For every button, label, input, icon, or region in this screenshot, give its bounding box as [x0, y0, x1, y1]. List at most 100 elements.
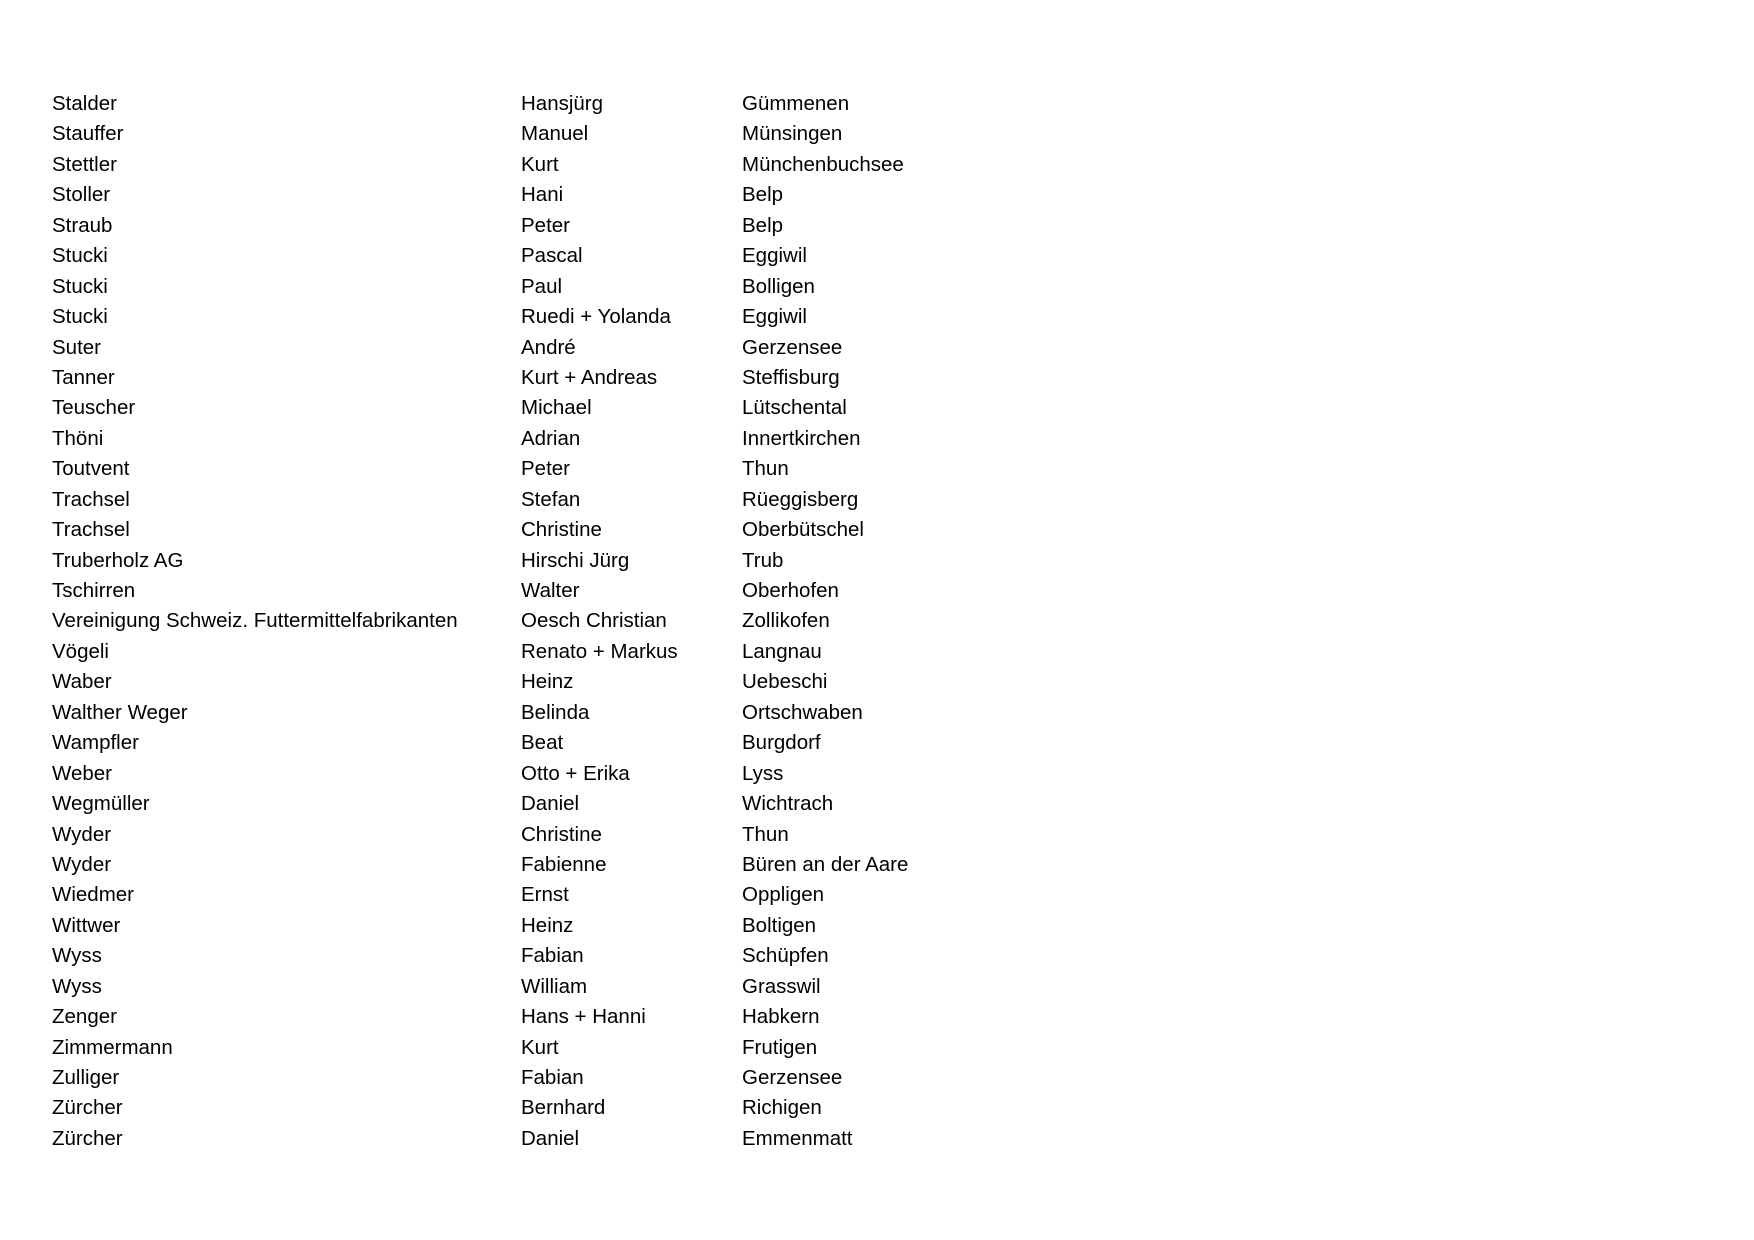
list-row: Trachsel Christine Oberbütschel: [0, 515, 1754, 545]
first-name: Hirschi Jürg: [521, 548, 630, 572]
list-row: Tschirren Walter Oberhofen: [0, 576, 1754, 606]
town: Grasswil: [742, 974, 821, 998]
town: Ortschwaben: [742, 700, 863, 724]
first-name: Renato + Markus: [521, 639, 678, 663]
list-row: Stucki Ruedi + Yolanda Eggiwil: [0, 302, 1754, 332]
town: Eggiwil: [742, 244, 807, 268]
town: Thun: [742, 457, 789, 481]
town: Richigen: [742, 1096, 822, 1120]
town: Oberhofen: [742, 579, 839, 602]
last-name: Toutvent: [52, 457, 130, 481]
first-name: Pascal: [521, 244, 583, 268]
name-list: Stalder Hansjürg Gümmenen Stauffer Manuel Mün…: [0, 89, 1754, 1154]
list-row: Wampfler Beat Burgdorf: [0, 728, 1754, 758]
last-name: Zimmermann: [52, 1035, 173, 1059]
last-name: Tanner: [52, 365, 115, 389]
last-name: Waber: [52, 670, 112, 694]
list-row: Stalder Hansjürg Gümmenen: [0, 89, 1754, 119]
last-name: Wyss: [52, 944, 102, 968]
first-name: Daniel: [521, 1126, 580, 1150]
town: Habkern: [742, 1005, 820, 1029]
last-name: Trachsel: [52, 518, 130, 542]
list-row: Stoller Hani Belp: [0, 180, 1754, 210]
first-name: Heinz: [521, 670, 574, 694]
first-name: Christine: [521, 822, 602, 846]
town: Wichtrach: [742, 792, 834, 816]
first-name: Belinda: [521, 700, 590, 724]
first-name: Hans + Hanni: [521, 1005, 646, 1029]
first-name: Oesch Christian: [521, 609, 667, 633]
first-name: Stefan: [521, 487, 581, 511]
last-name: Thöni: [52, 426, 104, 450]
list-row: Stettler Kurt Münchenbuchsee: [0, 150, 1754, 180]
town: Zollikofen: [742, 609, 830, 633]
last-name: Suter: [52, 335, 101, 359]
first-name: Adrian: [521, 426, 581, 450]
town: Büren an der Aare: [742, 852, 909, 876]
first-name: Bernhard: [521, 1096, 606, 1120]
last-name: Tschirren: [52, 579, 136, 602]
list-row: Zimmermann Kurt Frutigen: [0, 1033, 1754, 1063]
last-name: Zürcher: [52, 1126, 123, 1150]
town: Steffisburg: [742, 365, 840, 389]
first-name: André: [521, 335, 576, 359]
last-name: Walther Weger: [52, 700, 188, 724]
list-row: Wittwer Heinz Boltigen: [0, 911, 1754, 941]
first-name: Hansjürg: [521, 92, 604, 115]
town: Gerzensee: [742, 1066, 843, 1089]
first-name: Ruedi + Yolanda: [521, 305, 671, 329]
last-name: Weber: [52, 761, 113, 785]
first-name: Heinz: [521, 913, 574, 937]
town: Belp: [742, 213, 784, 237]
last-name: Wyder: [52, 852, 112, 876]
first-name: Beat: [521, 731, 564, 755]
town: Uebeschi: [742, 670, 828, 694]
town: Rüeggisberg: [742, 487, 859, 511]
last-name: Wegmüller: [52, 792, 150, 816]
list-row: Wiedmer Ernst Oppligen: [0, 880, 1754, 910]
last-name: Zenger: [52, 1005, 117, 1029]
list-row: Truberholz AG Hirschi Jürg Trub: [0, 546, 1754, 576]
list-row: Zenger Hans + Hanni Habkern: [0, 1002, 1754, 1032]
town: Emmenmatt: [742, 1126, 853, 1150]
town: Oberbütschel: [742, 518, 864, 542]
list-row: Zürcher Daniel Emmenmatt: [0, 1124, 1754, 1154]
town: Münsingen: [742, 122, 843, 146]
list-row: Wyss Fabian Schüpfen: [0, 941, 1754, 971]
first-name: Fabienne: [521, 852, 607, 876]
first-name: William: [521, 974, 588, 998]
list-row: Thöni Adrian Innertkirchen: [0, 424, 1754, 454]
list-row: Wyder Christine Thun: [0, 820, 1754, 850]
last-name: Teuscher: [52, 396, 136, 420]
last-name: Straub: [52, 213, 113, 237]
town: Gümmenen: [742, 92, 850, 115]
last-name: Wyss: [52, 974, 102, 998]
town: Boltigen: [742, 913, 817, 937]
first-name: Paul: [521, 274, 563, 298]
first-name: Christine: [521, 518, 602, 542]
last-name: Stauffer: [52, 122, 124, 146]
list-row: Waber Heinz Uebeschi: [0, 667, 1754, 697]
last-name: Zürcher: [52, 1096, 123, 1120]
first-name: Kurt: [521, 1035, 559, 1059]
town: Schüpfen: [742, 944, 829, 968]
last-name: Truberholz AG: [52, 548, 184, 572]
last-name: Stalder: [52, 92, 117, 115]
town: Innertkirchen: [742, 426, 861, 450]
last-name: Wiedmer: [52, 883, 135, 907]
first-name: Otto + Erika: [521, 761, 630, 785]
last-name: Vögeli: [52, 639, 109, 663]
town: Bolligen: [742, 274, 815, 298]
first-name: Fabian: [521, 1066, 584, 1089]
list-row: Stucki Pascal Eggiwil: [0, 241, 1754, 271]
list-row: Toutvent Peter Thun: [0, 454, 1754, 484]
last-name: Stettler: [52, 152, 117, 176]
town: Burgdorf: [742, 731, 821, 755]
last-name: Stucki: [52, 274, 108, 298]
list-row: Suter André Gerzensee: [0, 333, 1754, 363]
town: Lütschental: [742, 396, 847, 420]
list-row: Walther Weger Belinda Ortschwaben: [0, 698, 1754, 728]
list-row: Vögeli Renato + Markus Langnau: [0, 637, 1754, 667]
last-name: Vereinigung Schweiz. Futtermittelfabrika…: [52, 609, 458, 633]
first-name: Michael: [521, 396, 592, 420]
